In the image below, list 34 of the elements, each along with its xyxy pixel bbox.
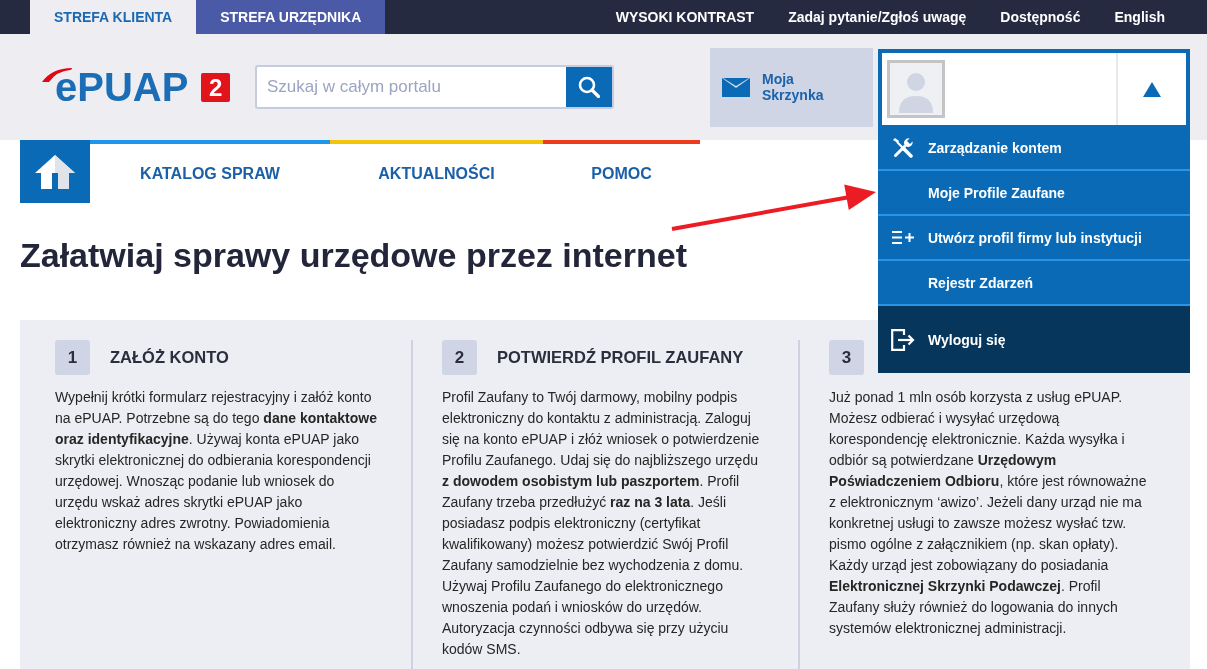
step-number: 2 xyxy=(442,340,477,375)
step-description: Już ponad 1 mln osób korzysta z usług ePUAP. Możesz odbierać i wysyłać urzędową korespondencję elektronicznie. Każda wysyłka i odbiór są potwierdzane Urzędowym Poświadczeniem Odbioru, które jest równoważne z elektronicznym ‘awizo’. Jeżeli dany urząd nie ma konkretnej usługi to zawsze możesz wysłać tzw. pismo ogólne z załącznikiem (np. skan opłaty). Każdy urząd jest zobowiązany do posiadania Elektronicznej Skrzynki Podawczej. Profil Zaufany służy również do logowania do innych systemów elektronicznej administracji. xyxy=(829,388,1148,638)
caret-up-icon xyxy=(1143,81,1161,97)
menu-item[interactable]: Wyloguj się xyxy=(878,304,1190,373)
version-badge: 2 xyxy=(201,72,230,102)
menu-item[interactable]: Zarządzanie kontem xyxy=(878,126,1190,169)
menu-item[interactable]: Rejestr Zdarzeń xyxy=(878,259,1190,304)
utility-link[interactable]: WYSOKI KONTRAST xyxy=(615,9,755,25)
utility-link[interactable]: Dostępność xyxy=(1000,9,1081,25)
step-description: Wypełnij krótki formularz rejestracyjny i załóż konto na ePUAP. Potrzebne są do tego dane kontaktowe oraz identyfikacyjne. Używaj konta ePUAP jako skrytki elektronicznej do odbierania korespondencji urzędowej. Wnosząc podanie lub wniosek do urzędu wskaż adres skrytki ePUAP jako elektroniczny adres zwrotny. Powiadomienia otrzymasz również na wskazany adres email. xyxy=(55,388,378,554)
utility-link[interactable]: English xyxy=(1114,9,1165,25)
home-button[interactable] xyxy=(20,140,90,203)
menu-item[interactable]: Utwórz profil firmy lub instytucji xyxy=(878,214,1190,259)
menu-item[interactable]: Moje Profile Zaufane xyxy=(878,169,1190,214)
step-title: ZAŁÓŻ KONTO xyxy=(110,348,229,367)
step-title: POTWIERDŹ PROFIL ZAUFANY xyxy=(497,348,744,367)
tools-icon xyxy=(893,137,913,158)
nav-link[interactable]: KATALOG SPRAW xyxy=(90,140,330,203)
logout-icon xyxy=(891,328,915,351)
add-list-icon xyxy=(892,231,914,244)
mailbox-button[interactable]: Moja Skrzynka xyxy=(710,47,873,127)
logo-text[interactable]: ePUAP xyxy=(55,67,189,107)
nav-link[interactable]: POMOC xyxy=(543,140,700,203)
step-number: 3 xyxy=(829,340,864,375)
envelope-icon xyxy=(722,77,750,97)
nav-link[interactable]: AKTUALNOŚCI xyxy=(330,140,543,203)
user-silhouette-icon xyxy=(887,60,945,118)
house-icon xyxy=(35,154,75,189)
utility-link[interactable]: Zadaj pytanie/Zgłoś uwagę xyxy=(788,9,967,25)
step-description: Profil Zaufany to Twój darmowy, mobilny podpis elektroniczny do kontaktu z administracją. Zaloguj się na konto ePUAP i złóż wniosek o potwierdzenie Profilu Zaufanego. Udaj się do najbliższego urzędu z dowodem osobistym lub paszportem. Profil Zaufany trzeba przedłużyć raz na 3 lata. Jeśli posiadasz podpis elektroniczny (certyfikat kwalifikowany) możesz potwierdzić Swój Profil Zaufany samodzielnie bez wychodzenia z domu. Używaj Profilu Zaufanego do elektronicznego wnoszenia podań i wniosków do urzędów. Autoryzacja czynności odbywa się przy użyciu kodów SMS. xyxy=(442,388,761,659)
zone-tab[interactable]: STREFA URZĘDNIKA xyxy=(196,0,386,34)
step-number: 1 xyxy=(55,340,90,375)
page-title: Załatwiaj sprawy urzędowe przez internet xyxy=(20,235,687,275)
zone-tab[interactable]: STREFA KLIENTA xyxy=(30,0,197,34)
